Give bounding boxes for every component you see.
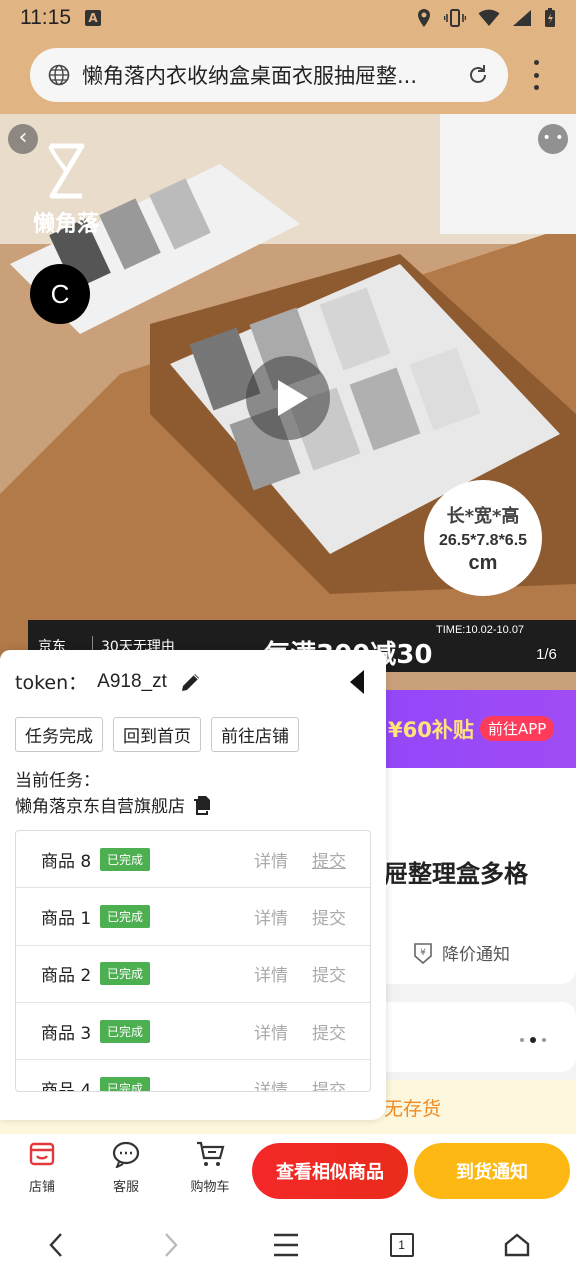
brand-name: 懒角落 (32, 212, 99, 237)
brand-logo: 懒角落 (26, 142, 106, 238)
submit-link[interactable]: 提交 (312, 847, 346, 872)
task-complete-button[interactable]: 任务完成 (15, 717, 103, 752)
svg-text:¥: ¥ (420, 948, 426, 958)
current-task-value: 懒角落京东自营旗舰店 (15, 792, 211, 817)
status-bar: 11:15 A (0, 0, 576, 36)
open-app-button[interactable]: 前往APP (480, 716, 555, 741)
size-badge-label: 长*宽*高 (446, 506, 520, 527)
cart-icon (197, 1141, 225, 1166)
battery-icon (545, 8, 555, 27)
forward-icon[interactable] (158, 1231, 182, 1259)
status-badge: 已完成 (100, 962, 151, 986)
vibrate-icon (444, 9, 466, 27)
more-button[interactable]: • • (538, 124, 568, 154)
customer-service-icon (112, 1141, 140, 1170)
task-item-name: 商品 8 (41, 851, 92, 872)
task-row: 商品 3 已完成 详情 提交 (16, 1003, 370, 1061)
globe-icon (48, 64, 70, 86)
task-row: 商品 1 已完成 详情 提交 (16, 888, 370, 946)
submit-link[interactable]: 提交 (312, 1019, 346, 1044)
task-item-name: 商品 3 (41, 1023, 92, 1044)
task-row: 商品 4 已完成 详情 提交 (16, 1060, 370, 1092)
product-title: 屉整理盒多格 (384, 860, 528, 888)
back-home-button[interactable]: 回到首页 (113, 717, 201, 752)
cart-tab[interactable]: 购物车 (180, 1140, 240, 1195)
address-bar[interactable]: 懒角落内衣收纳盒桌面衣服抽屉整... (30, 48, 508, 102)
product-image[interactable]: ‹ • • 懒角落 C 长*宽*高 26.5*7.8*6.5 cm 京东 30天… (0, 114, 576, 690)
status-badge: 已完成 (100, 1019, 151, 1043)
detail-link[interactable]: 详情 (254, 847, 288, 872)
menu-icon[interactable] (272, 1232, 300, 1258)
submit-link[interactable]: 提交 (312, 1076, 346, 1091)
hourglass-logo-icon (48, 143, 85, 199)
app-notification-icon: A (85, 10, 101, 26)
stock-status: 无存货 (384, 1098, 442, 1120)
token-label: token： (15, 672, 88, 694)
detail-link[interactable]: 详情 (254, 1019, 288, 1044)
page-title: 懒角落内衣收纳盒桌面衣服抽屉整... (82, 64, 418, 88)
status-badge: 已完成 (100, 1076, 151, 1091)
token-value: A918_zt (97, 670, 167, 692)
task-row: 商品 8 已完成 详情 提交 (16, 831, 370, 889)
store-label: 店铺 (28, 1180, 55, 1195)
detail-link[interactable]: 详情 (254, 904, 288, 929)
wifi-icon (478, 9, 500, 26)
status-badge: 已完成 (100, 904, 151, 928)
bottom-action-bar: 店铺 客服 购物车 查看相似商品 到货通知 (0, 1134, 576, 1210)
location-icon (418, 9, 430, 27)
play-icon (278, 380, 308, 416)
price-alert-button[interactable]: ¥ 降价通知 (412, 940, 510, 965)
system-nav-bar: 1 (0, 1210, 576, 1280)
image-page-indicator: 1/6 (536, 646, 557, 663)
size-badge-unit: cm (468, 552, 498, 574)
size-badge: 长*宽*高 26.5*7.8*6.5 cm (424, 480, 542, 596)
play-video-button[interactable] (246, 356, 330, 440)
store-icon (29, 1142, 55, 1166)
task-overlay-panel: token： A918_zt 任务完成 回到首页 前往店铺 当前任务： 懒角落京… (0, 650, 386, 1120)
task-item-name: 商品 1 (41, 908, 92, 929)
home-icon[interactable] (503, 1232, 531, 1258)
current-task-label: 当前任务： (15, 771, 100, 791)
back-icon[interactable] (45, 1231, 69, 1259)
status-badge: 已完成 (100, 847, 151, 871)
browser-menu-icon[interactable] (528, 60, 544, 90)
carousel-dots (520, 1037, 546, 1043)
browser-toolbar: 懒角落内衣收纳盒桌面衣服抽屉整... (0, 36, 576, 114)
token-row: token： A918_zt (15, 668, 203, 695)
action-buttons: 任务完成 回到首页 前往店铺 (15, 717, 299, 752)
collapse-panel-icon[interactable] (348, 668, 366, 696)
detail-link[interactable]: 详情 (254, 961, 288, 986)
signal-icon (513, 10, 531, 26)
tabs-count: 1 (398, 1238, 405, 1252)
service-label: 客服 (112, 1180, 139, 1195)
status-icons (416, 8, 556, 28)
reload-icon[interactable] (466, 63, 490, 87)
avatar[interactable]: C (30, 264, 90, 324)
task-list: 商品 8 已完成 详情 提交 商品 1 已完成 详情 提交 商品 2 已完成 详… (15, 830, 371, 1092)
store-tab[interactable]: 店铺 (12, 1140, 72, 1195)
current-task-name: 懒角落京东自营旗舰店 (15, 797, 185, 817)
detail-link[interactable]: 详情 (254, 1076, 288, 1091)
goto-store-button[interactable]: 前往店铺 (211, 717, 299, 752)
tabs-button[interactable]: 1 (389, 1233, 414, 1257)
arrival-notify-button[interactable]: 到货通知 (414, 1143, 570, 1199)
similar-products-button[interactable]: 查看相似商品 (252, 1143, 408, 1199)
task-item-name: 商品 2 (41, 966, 92, 987)
task-row: 商品 2 已完成 详情 提交 (16, 946, 370, 1003)
task-item-name: 商品 4 (41, 1080, 92, 1092)
subsidy-amount: ¥60补贴 (388, 718, 474, 742)
size-badge-dimensions: 26.5*7.8*6.5 (438, 532, 528, 549)
price-tag-icon: ¥ (414, 942, 432, 964)
edit-pencil-icon[interactable] (179, 670, 203, 694)
cart-label: 购物车 (190, 1180, 230, 1195)
promo-time: TIME:10.02-10.07 (436, 624, 525, 636)
submit-link[interactable]: 提交 (312, 904, 346, 929)
copy-icon[interactable] (193, 795, 211, 815)
status-time: 11:15 (20, 6, 71, 29)
submit-link[interactable]: 提交 (312, 961, 346, 986)
service-tab[interactable]: 客服 (96, 1140, 156, 1195)
price-alert-label: 降价通知 (442, 945, 510, 965)
